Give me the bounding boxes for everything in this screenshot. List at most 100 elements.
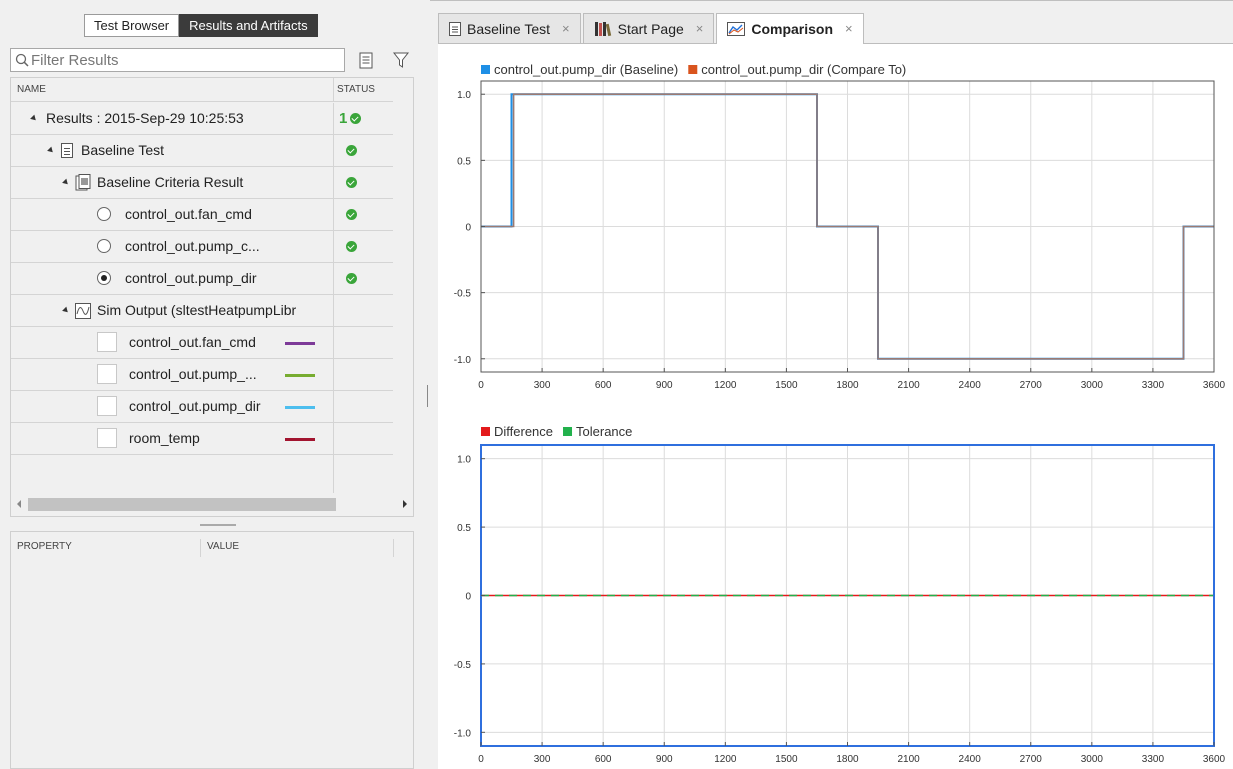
scroll-left-icon[interactable] (17, 500, 21, 508)
y-tick-label: 0.5 (457, 156, 471, 167)
filter-box[interactable] (10, 48, 345, 72)
x-tick-label: 600 (595, 754, 612, 765)
scroll-right-icon[interactable] (403, 500, 407, 508)
x-tick-label: 2100 (897, 754, 920, 765)
tree-row-label: Results : 2015-Sep-29 10:25:53 (46, 110, 244, 126)
tree-row-label: room_temp (129, 430, 200, 446)
close-icon[interactable]: × (562, 14, 570, 44)
pass-check-icon (346, 273, 357, 284)
x-tick-label: 900 (656, 754, 673, 765)
library-books-icon (594, 21, 611, 36)
tree-row-label: Sim Output (sltestHeatpumpLibr (97, 302, 297, 318)
pass-check-icon (346, 209, 357, 220)
x-tick-label: 300 (534, 754, 551, 765)
results-tree: NAME STATUS Results : 2015-Sep-29 10:25:… (10, 77, 414, 517)
filter-funnel-icon[interactable] (392, 50, 410, 70)
comparison-charts: 0 300 600 900 1200 1500 1800 2100 2400 2700 3000 33… (454, 62, 1226, 765)
x-tick-label: 2100 (897, 380, 920, 391)
panel-splitter-handle[interactable] (200, 524, 236, 526)
tree-row-output-signal[interactable]: control_out.pump_dir (11, 391, 393, 423)
signal-plot-checkbox[interactable] (97, 364, 117, 384)
document-icon (61, 143, 73, 158)
tab-label: Baseline Test (467, 20, 551, 37)
legend-label: control_out.pump_dir (Baseline) (494, 62, 678, 77)
expand-triangle-icon[interactable] (30, 114, 38, 123)
value-column-header: VALUE (207, 541, 240, 552)
filter-results-input[interactable] (31, 51, 336, 69)
status-column-divider (333, 455, 334, 493)
tab-label: Start Page (617, 20, 684, 37)
legend-swatch (481, 65, 490, 74)
tree-row-baseline-test[interactable]: Baseline Test (11, 135, 393, 167)
property-panel: PROPERTY VALUE (10, 531, 414, 769)
tree-row-signal-selected[interactable]: control_out.pump_dir (11, 263, 393, 295)
sim-output-icon (75, 303, 91, 319)
pane-resize-handle[interactable] (427, 385, 428, 407)
left-tab-strip: Test Browser Results and Artifacts (84, 14, 318, 37)
tree-row-sim-output[interactable]: Sim Output (sltestHeatpumpLibr (11, 295, 393, 327)
legend-swatch (688, 65, 698, 74)
tree-row-label: control_out.pump_... (129, 366, 257, 382)
x-tick-label: 1200 (714, 754, 737, 765)
x-tick-label: 1500 (775, 380, 798, 391)
x-tick-label: 1800 (836, 754, 859, 765)
close-icon[interactable]: × (696, 14, 704, 44)
document-tab-bar: Baseline Test × Start Page × Comparison … (438, 13, 866, 44)
property-column-header: PROPERTY (17, 541, 72, 552)
tab-label: Comparison (751, 21, 834, 37)
signal-plot-checkbox[interactable] (97, 332, 117, 352)
y-tick-label: -0.5 (454, 289, 472, 300)
tree-row-baseline-criteria[interactable]: Baseline Criteria Result (11, 167, 393, 199)
results-browser-panel: Test Browser Results and Artifacts NAME … (0, 0, 430, 769)
x-tick-label: 2700 (1020, 754, 1043, 765)
tab-comparison[interactable]: Comparison × (716, 13, 864, 44)
signal-plot-checkbox[interactable] (97, 396, 117, 416)
signal-radio[interactable] (97, 207, 111, 221)
document-icon (449, 21, 461, 36)
tab-start-page[interactable]: Start Page × (582, 13, 715, 44)
x-tick-label: 0 (478, 754, 484, 765)
y-tick-label: 0 (465, 223, 471, 234)
column-divider (393, 539, 394, 557)
legend-swatch (563, 427, 573, 436)
x-tick-label: 300 (534, 380, 551, 391)
signal-color-swatch (285, 342, 315, 345)
tree-row-output-signal[interactable]: room_temp (11, 423, 393, 455)
tab-test-browser[interactable]: Test Browser (84, 14, 180, 37)
y-tick-label: 1.0 (457, 455, 471, 466)
legend-label: control_out.pump_dir (Compare To) (701, 62, 906, 77)
tree-row-signal[interactable]: control_out.pump_c... (11, 231, 393, 263)
tab-results-and-artifacts[interactable]: Results and Artifacts (179, 14, 318, 37)
tree-row-label: control_out.pump_c... (125, 238, 260, 254)
status-column-header[interactable]: STATUS (333, 78, 393, 102)
signal-color-swatch (285, 374, 315, 377)
tab-baseline-test[interactable]: Baseline Test × (438, 13, 581, 43)
signal-plot-checkbox[interactable] (97, 428, 117, 448)
signal-radio-selected[interactable] (97, 271, 111, 285)
pass-check-icon (350, 113, 361, 124)
list-options-icon[interactable] (357, 51, 375, 70)
horizontal-scrollbar[interactable] (11, 494, 413, 514)
expand-triangle-icon[interactable] (62, 306, 70, 315)
tree-row-results[interactable]: Results : 2015-Sep-29 10:25:53 1 (11, 103, 393, 135)
name-column-header[interactable]: NAME (11, 78, 333, 102)
chart-icon (727, 22, 746, 36)
x-tick-label: 1500 (775, 754, 798, 765)
tree-row-output-signal[interactable]: control_out.fan_cmd (11, 327, 393, 359)
comparison-view: 0 300 600 900 1200 1500 1800 2100 2400 2700 3000 33… (438, 43, 1233, 769)
expand-triangle-icon[interactable] (47, 146, 55, 155)
tree-row-label: Baseline Criteria Result (97, 174, 244, 190)
tree-row-label: control_out.fan_cmd (125, 206, 252, 222)
y-tick-label: -1.0 (454, 728, 472, 739)
signal-radio[interactable] (97, 239, 111, 253)
column-divider (200, 539, 201, 557)
tree-row-signal[interactable]: control_out.fan_cmd (11, 199, 393, 231)
criteria-icon (75, 174, 91, 191)
expand-triangle-icon[interactable] (62, 178, 70, 187)
x-tick-label: 2700 (1020, 380, 1043, 391)
x-tick-label: 3000 (1081, 380, 1104, 391)
close-icon[interactable]: × (845, 14, 853, 44)
x-tick-label: 3300 (1142, 754, 1165, 765)
scroll-thumb[interactable] (28, 498, 336, 511)
tree-row-output-signal[interactable]: control_out.pump_... (11, 359, 393, 391)
